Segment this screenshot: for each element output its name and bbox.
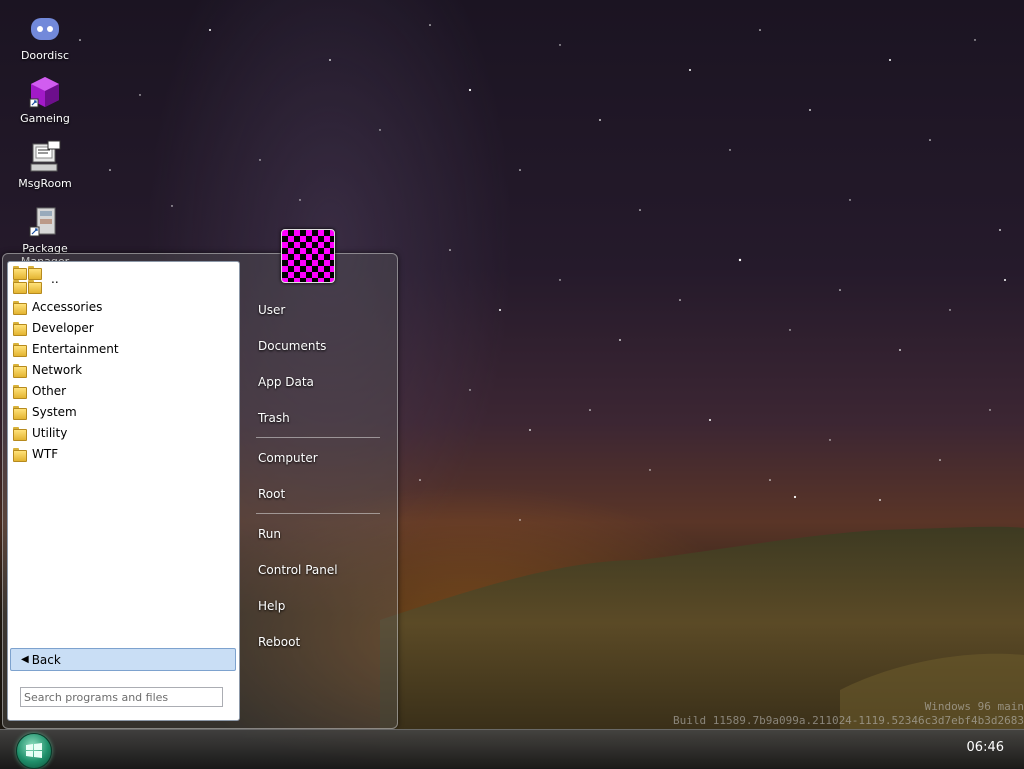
folder-icon xyxy=(13,321,27,336)
package-icon xyxy=(28,205,62,239)
menu-item-control-panel[interactable]: Control Panel xyxy=(258,563,338,577)
tree-item-parent[interactable]: .. xyxy=(13,266,233,296)
tree-item-developer[interactable]: Developer xyxy=(13,317,233,338)
tree-item-entertainment[interactable]: Entertainment xyxy=(13,338,233,359)
windows96-start-icon xyxy=(26,743,42,758)
menu-item-user[interactable]: User xyxy=(258,303,285,317)
menu-item-root[interactable]: Root xyxy=(258,487,285,501)
programs-tree: .. Accessories Developer Entertainment N… xyxy=(13,266,233,464)
computer-chat-icon xyxy=(28,140,62,174)
folder-icon xyxy=(13,300,27,315)
menu-item-reboot[interactable]: Reboot xyxy=(258,635,300,649)
folder-icon xyxy=(13,405,27,420)
start-button[interactable] xyxy=(16,733,52,769)
desktop-icon-gameing[interactable]: Gameing xyxy=(10,75,80,125)
menu-separator xyxy=(256,513,380,514)
desktop-icon-msgroom[interactable]: MsgRoom xyxy=(10,140,80,190)
tree-item-accessories[interactable]: Accessories xyxy=(13,296,233,317)
menu-item-computer[interactable]: Computer xyxy=(258,451,318,465)
tree-item-wtf[interactable]: WTF xyxy=(13,443,233,464)
tree-item-system[interactable]: System xyxy=(13,401,233,422)
discord-icon xyxy=(28,12,62,46)
back-button[interactable]: ◀ Back xyxy=(10,648,236,671)
folder-icon xyxy=(13,342,27,357)
start-menu-programs-pane: .. Accessories Developer Entertainment N… xyxy=(7,261,240,721)
menu-item-app-data[interactable]: App Data xyxy=(258,375,314,389)
taskbar-clock[interactable]: 06:46 xyxy=(967,740,1004,755)
tree-item-network[interactable]: Network xyxy=(13,359,233,380)
menu-item-help[interactable]: Help xyxy=(258,599,285,613)
back-arrow-icon: ◀ xyxy=(21,654,29,665)
folder-icon xyxy=(13,384,27,399)
purple-cube-icon xyxy=(28,75,62,109)
tree-item-utility[interactable]: Utility xyxy=(13,422,233,443)
desktop-icon-doordisc[interactable]: Doordisc xyxy=(10,12,80,62)
menu-item-documents[interactable]: Documents xyxy=(258,339,326,353)
folder-icon xyxy=(13,426,27,441)
taskbar xyxy=(0,729,1024,769)
search-input[interactable]: Search programs and files xyxy=(20,687,223,707)
menu-item-run[interactable]: Run xyxy=(258,527,281,541)
parent-folder-icon xyxy=(13,266,43,294)
build-watermark-line1: Windows 96 main xyxy=(924,700,1024,713)
menu-item-trash[interactable]: Trash xyxy=(258,411,290,425)
user-avatar[interactable] xyxy=(281,229,335,283)
tree-item-other[interactable]: Other xyxy=(13,380,233,401)
build-watermark-line2: Build 11589.7b9a099a.211024-1119.52346c3… xyxy=(673,714,1024,727)
folder-icon xyxy=(13,447,27,462)
folder-icon xyxy=(13,363,27,378)
menu-separator xyxy=(256,437,380,438)
